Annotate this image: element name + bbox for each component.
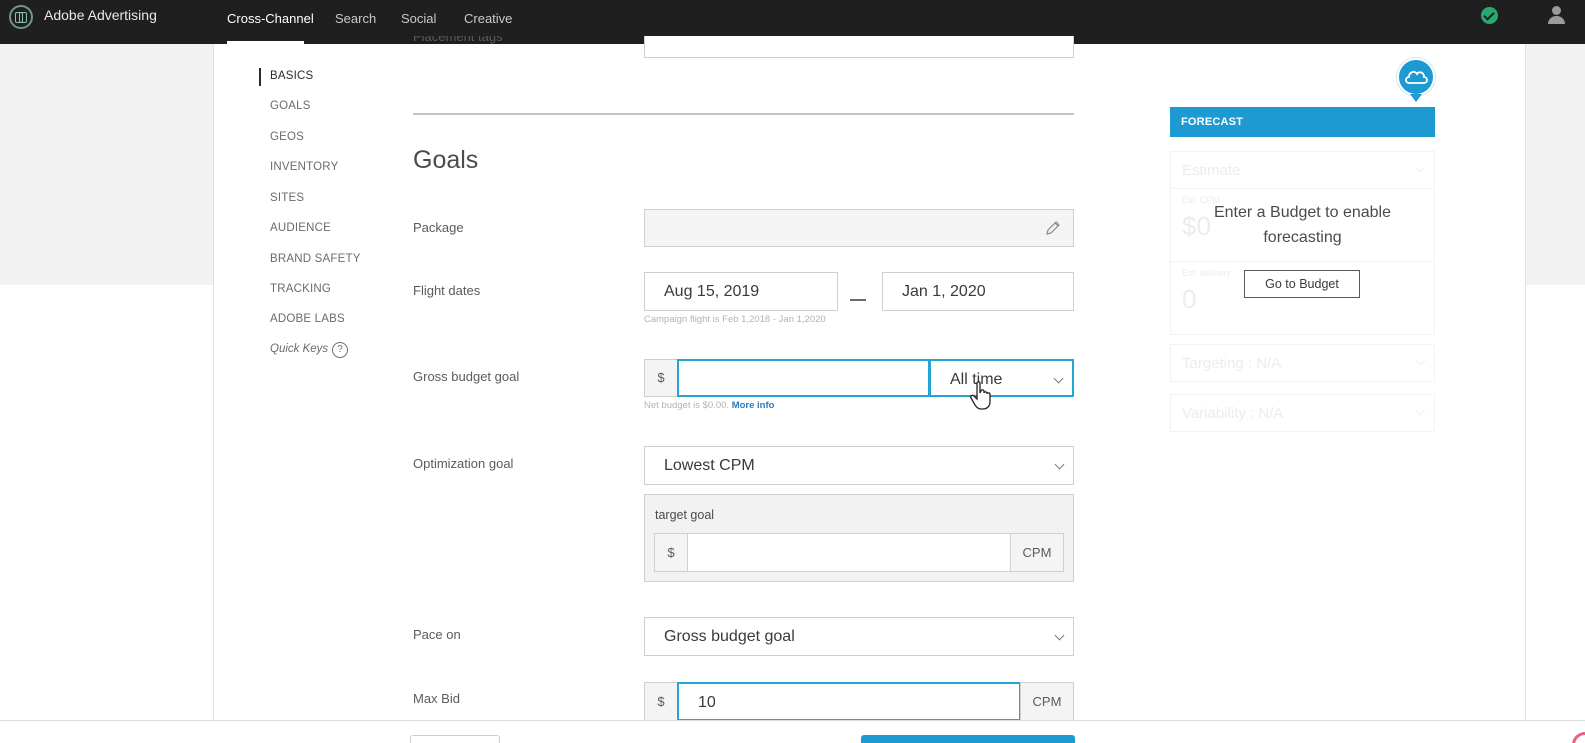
sidenav-item-adobe-labs[interactable]: ADOBE LABS (270, 313, 345, 325)
chevron-down-icon (1415, 405, 1426, 416)
go-to-budget-button[interactable]: Go to Budget (1244, 270, 1360, 298)
sidenav-item-geos[interactable]: GEOS (270, 131, 304, 143)
section-title-goals: Goals (413, 146, 479, 174)
hand-cursor-icon (970, 381, 991, 410)
forecast-variability-row: Variability : N/A (1170, 394, 1435, 432)
max-bid-input[interactable]: 10 (677, 682, 1021, 721)
net-budget-text: Net budget is $0.00. (644, 400, 730, 411)
date-range-separator (850, 299, 866, 301)
status-check-icon[interactable] (1481, 7, 1498, 24)
max-bid-unit: CPM (1020, 682, 1074, 721)
targeting-label: Targeting : N/A (1182, 355, 1282, 372)
forecast-toggle-button[interactable] (1397, 58, 1435, 96)
more-info-link[interactable]: More info (732, 400, 775, 411)
estimate-label: Estimate (1182, 162, 1241, 179)
est-delivery-label: Est. delivery (1182, 268, 1232, 278)
flight-end-date-field[interactable]: Jan 1, 2020 (882, 272, 1074, 311)
target-goal-input[interactable] (687, 533, 1011, 572)
footer-bar (0, 720, 1585, 743)
tab-social[interactable]: Social (401, 11, 436, 26)
sidenav-active-marker (259, 68, 261, 86)
target-goal-label: target goal (655, 508, 715, 522)
sidenav-item-audience[interactable]: AUDIENCE (270, 222, 331, 234)
flight-end-date-value: Jan 1, 2020 (902, 283, 986, 300)
forecast-estimate-row: Estimate (1170, 151, 1435, 189)
max-bid-label: Max Bid (413, 691, 460, 706)
net-budget-hint: Net budget is $0.00. More info (644, 400, 774, 411)
help-icon[interactable]: ? (332, 342, 348, 358)
placement-tags-label: Placement tags (413, 36, 503, 44)
forecast-message-line-1: Enter a Budget to enable (1213, 204, 1392, 221)
pace-on-label: Pace on (413, 627, 461, 642)
est-delivery-value: 0 (1182, 284, 1197, 314)
section-divider (413, 113, 1074, 115)
forecast-targeting-row: Targeting : N/A (1170, 344, 1435, 382)
brand-name[interactable]: Adobe Advertising (44, 7, 157, 23)
target-goal-currency: $ (654, 533, 688, 572)
tab-search[interactable]: Search (335, 11, 376, 26)
package-label: Package (413, 220, 464, 235)
pencil-icon[interactable] (1045, 220, 1061, 236)
gross-budget-input[interactable] (677, 359, 930, 397)
chevron-down-icon (1415, 355, 1426, 366)
gross-budget-currency: $ (644, 359, 678, 397)
budget-period-select[interactable]: All time (929, 359, 1074, 397)
sidenav-item-basics[interactable]: BASICS (270, 70, 313, 82)
chevron-down-icon (1053, 373, 1064, 384)
pace-on-select[interactable]: Gross budget goal (644, 617, 1074, 656)
chevron-down-icon (1415, 162, 1426, 173)
chevron-down-icon (1054, 630, 1065, 641)
sidenav-item-tracking[interactable]: TRACKING (270, 283, 331, 295)
cloud-icon (1405, 70, 1428, 84)
pace-on-value: Gross budget goal (664, 628, 795, 645)
target-goal-unit: CPM (1010, 533, 1064, 572)
variability-label: Variability : N/A (1182, 405, 1284, 422)
forecast-message: Enter a Budget to enable forecasting (1170, 200, 1435, 250)
max-bid-value: 10 (698, 694, 716, 711)
sidenav-item-inventory[interactable]: INVENTORY (270, 161, 338, 173)
flight-dates-label: Flight dates (413, 283, 481, 298)
chevron-down-icon (1054, 459, 1065, 470)
page-background-right (1526, 44, 1585, 285)
placement-tags-field[interactable] (644, 36, 1074, 58)
quick-keys-link[interactable]: Quick Keys (270, 343, 328, 355)
page-background-left (0, 44, 213, 285)
flight-start-date-field[interactable]: Aug 15, 2019 (644, 272, 838, 311)
gross-budget-goal-label: Gross budget goal (413, 369, 520, 384)
sidenav-item-brand-safety[interactable]: BRAND SAFETY (270, 253, 361, 265)
optimization-goal-label: Optimization goal (413, 456, 514, 471)
footer-primary-button[interactable] (861, 735, 1075, 743)
footer-secondary-button[interactable] (410, 735, 500, 743)
tab-cross-channel[interactable]: Cross-Channel (227, 11, 314, 26)
sidenav-item-goals[interactable]: GOALS (270, 100, 311, 112)
user-icon[interactable] (1548, 6, 1565, 24)
forecast-message-line-2: forecasting (1263, 229, 1342, 246)
flight-start-date-value: Aug 15, 2019 (664, 283, 760, 300)
package-field[interactable] (644, 209, 1074, 247)
adobe-advertising-logo-icon[interactable] (9, 5, 33, 29)
max-bid-currency: $ (644, 682, 678, 721)
optimization-goal-select[interactable]: Lowest CPM (644, 446, 1074, 485)
forecast-header: FORECAST (1170, 107, 1435, 137)
forecast-pointer (1410, 94, 1422, 102)
tab-creative[interactable]: Creative (464, 11, 512, 26)
optimization-goal-value: Lowest CPM (664, 457, 755, 474)
flight-dates-hint: Campaign flight is Feb 1,2018 - Jan 1,20… (644, 314, 826, 325)
sidenav-item-sites[interactable]: SITES (270, 192, 304, 204)
